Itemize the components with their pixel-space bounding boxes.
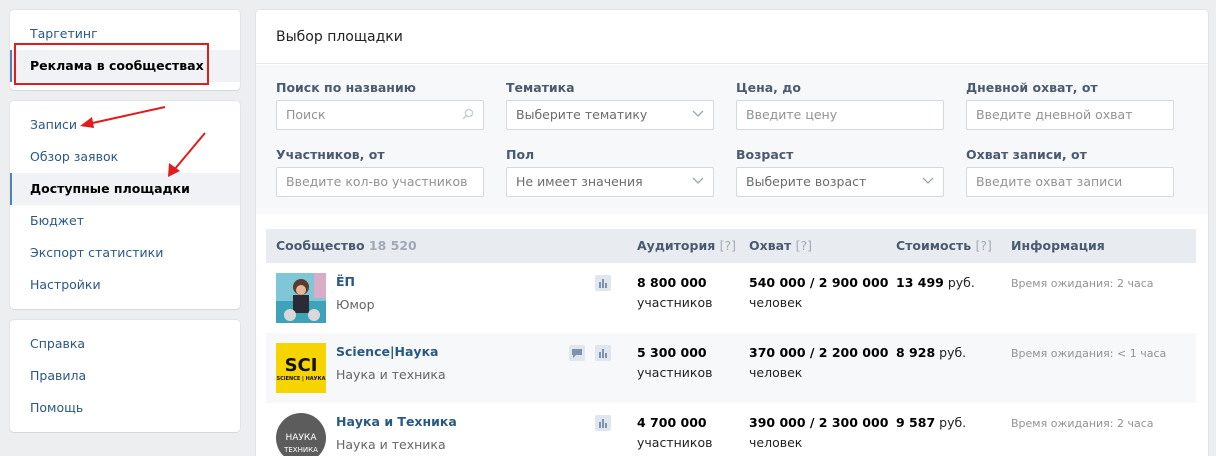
annotation-arrow-platforms (168, 132, 206, 177)
annotation-arrows (80, 106, 206, 177)
annotation-arrow-posts (80, 106, 166, 128)
